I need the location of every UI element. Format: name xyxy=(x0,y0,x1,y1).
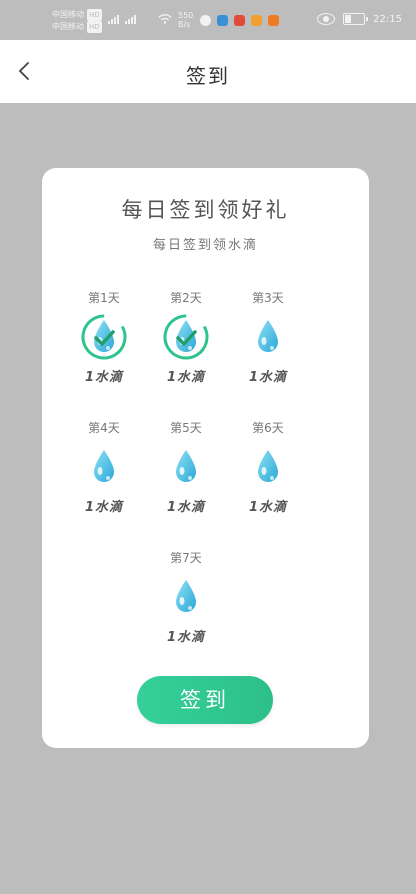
water-drop-icon xyxy=(163,574,209,620)
day-item-4: 第4天 1水滴 xyxy=(64,420,144,515)
card-subtitle: 每日签到领水滴 xyxy=(152,238,258,253)
hd-badge-1: HD xyxy=(87,9,102,21)
day-item-6: 第6天 1水滴 xyxy=(228,420,308,515)
water-drop-checked-icon xyxy=(163,314,209,360)
water-drop-icon xyxy=(81,444,127,490)
day-reward: 1水滴 xyxy=(248,500,288,515)
signin-card: 每日签到领好礼 每日签到领水滴 第1天 1水滴 第2天 1水滴 第3天 1水滴 第4天 1水滴… xyxy=(42,168,369,748)
day-label: 第2天 xyxy=(170,291,202,305)
water-drop-icon xyxy=(163,444,209,490)
day-label: 第3天 xyxy=(252,291,284,305)
nav-bar: 签到 xyxy=(0,40,416,103)
hd-badge-2: HD xyxy=(87,21,102,33)
speed-unit: B/s xyxy=(178,20,191,29)
day-reward: 1水滴 xyxy=(166,630,206,645)
day-item-7: 第7天 1水滴 xyxy=(146,550,226,645)
day-item-5: 第5天 1水滴 xyxy=(146,420,226,515)
day-reward: 1水滴 xyxy=(84,370,124,385)
day-reward: 1水滴 xyxy=(166,500,206,515)
carrier-info: 中国移动 HD 中国移动 HD xyxy=(52,9,102,33)
card-title: 每日签到领好礼 xyxy=(121,198,290,222)
day-label: 第5天 xyxy=(170,421,202,435)
water-drop-icon xyxy=(245,314,291,360)
signin-button[interactable]: 签到 xyxy=(137,676,273,724)
app-icon xyxy=(200,15,211,26)
wifi-icon xyxy=(158,14,172,24)
day-reward: 1水滴 xyxy=(84,500,124,515)
app-icon xyxy=(251,15,262,26)
status-bar: 中国移动 HD 中国移动 HD 550 B/s 22:15 xyxy=(0,0,416,40)
app-notification-icons xyxy=(200,15,279,26)
battery-icon xyxy=(343,13,369,25)
day-label: 第4天 xyxy=(88,421,120,435)
network-speed: 550 B/s xyxy=(178,11,193,29)
day-reward: 1水滴 xyxy=(166,370,206,385)
day-reward: 1水滴 xyxy=(248,370,288,385)
day-label: 第7天 xyxy=(170,551,202,565)
clock: 22:15 xyxy=(373,13,402,25)
day-item-2: 第2天 1水滴 xyxy=(146,290,226,385)
day-item-1: 第1天 1水滴 xyxy=(64,290,144,385)
day-item-3: 第3天 1水滴 xyxy=(228,290,308,385)
water-drop-icon xyxy=(245,444,291,490)
app-icon xyxy=(234,15,245,26)
water-drop-checked-icon xyxy=(81,314,127,360)
signal-icon xyxy=(108,14,136,24)
speed-value: 550 xyxy=(178,11,194,20)
app-icon xyxy=(217,15,228,26)
carrier-2: 中国移动 xyxy=(52,22,84,31)
day-label: 第6天 xyxy=(252,421,284,435)
carrier-1: 中国移动 xyxy=(52,10,84,19)
app-icon xyxy=(268,15,279,26)
day-label: 第1天 xyxy=(88,291,120,305)
page-title: 签到 xyxy=(186,64,230,88)
eye-icon xyxy=(317,13,336,25)
